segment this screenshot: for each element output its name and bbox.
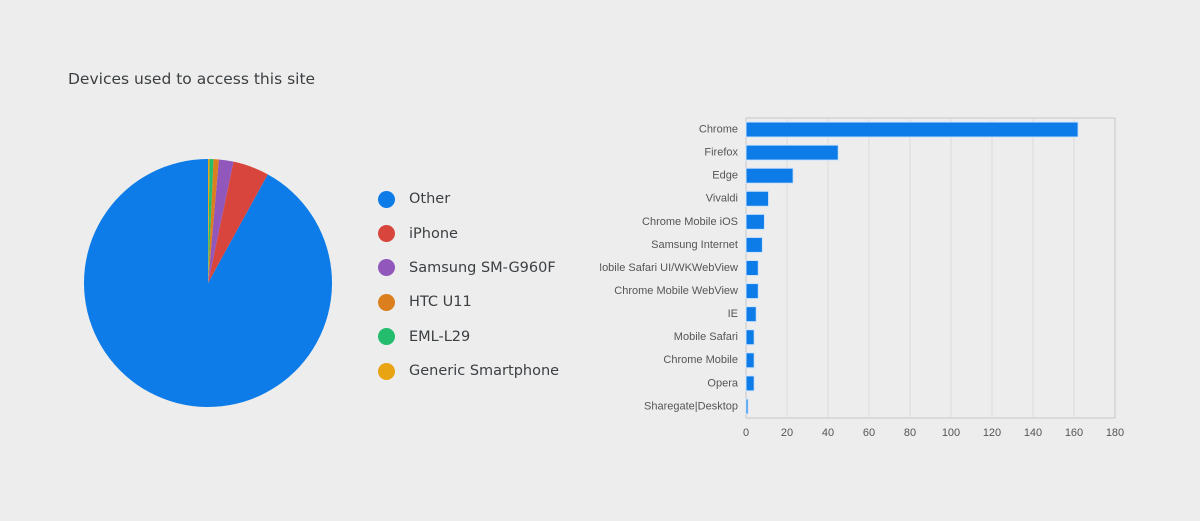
legend-color-swatch-icon [378,362,395,380]
legend-color-swatch-icon [378,259,395,277]
bar-chrome-mobile[interactable] [745,352,755,369]
bar-category-label: Firefox [704,147,738,159]
x-axis-tick-label: 0 [743,427,749,439]
bar-sharegate-desktop[interactable] [745,398,749,415]
bar-category-label: Mobile Safari [674,331,738,343]
bar-opera[interactable] [745,375,755,392]
bar-category-label: Sharegate|Desktop [644,400,738,412]
bar-category-label: Chrome [699,123,738,135]
legend-item-label: Generic Smartphone [409,363,560,380]
devices-pie-chart [84,159,332,407]
bar-category-label: Vivaldi [706,193,738,205]
bar-chrome-mobile-webview[interactable] [745,283,759,300]
legend-item[interactable]: Other [378,182,588,216]
bar-chart-svg: Chrome Firefox Edge Vivaldi Chrome Mobile iO… [600,117,1124,439]
legend-color-swatch-icon [378,293,395,311]
legend-item-label: HTC U11 [409,294,472,311]
bar-category-label: Chrome Mobile [663,354,738,366]
bar-firefox[interactable] [745,144,839,161]
legend-color-swatch-icon [378,190,395,208]
bar-category-label: Opera [707,377,738,389]
bar-category-label: Chrome Mobile iOS [642,216,738,228]
x-axis-tick-label: 100 [942,427,960,439]
legend-item[interactable]: Samsung SM-G960F [378,251,588,285]
legend-color-swatch-icon [378,225,395,243]
devices-pie-legend: Other iPhone Samsung SM-G960F HTC U11 EML-L2… [378,182,588,388]
bar-mobile-safari-ui-wkwebview[interactable] [745,260,759,276]
x-axis-tick-label: 40 [822,427,834,439]
x-axis-tick-label: 160 [1065,427,1083,439]
x-axis-tick-label: 180 [1106,427,1124,439]
legend-item-label: Other [409,191,451,208]
legend-item-label: Samsung SM-G960F [409,259,556,276]
legend-item[interactable]: EML-L29 [378,320,588,354]
legend-item[interactable]: iPhone [378,216,588,250]
x-axis-tick-label: 120 [983,427,1001,439]
bar-category-label: IE [728,308,738,320]
bar-category-label: Chrome Mobile WebView [614,285,738,297]
bar-chrome-mobile-ios[interactable] [745,213,765,230]
bar-category-label: Mobile Safari UI/WKWebView [600,262,738,274]
browsers-bar-chart: Chrome Firefox Edge Vivaldi Chrome Mobile iO… [600,110,1200,460]
pie-slice-other [84,159,332,407]
bar-samsung-internet[interactable] [745,236,763,253]
bar-edge[interactable] [745,167,794,184]
devices-chart-title: Devices used to access this site [68,70,316,88]
bar-category-label: Edge [712,170,738,182]
bar-ie[interactable] [745,306,757,323]
bar-category-label: Samsung Internet [651,239,738,251]
bar-mobile-safari[interactable] [745,329,755,346]
legend-item-label: EML-L29 [409,328,471,345]
bar-chrome[interactable] [745,121,1079,138]
legend-color-swatch-icon [378,328,395,346]
x-axis-tick-label: 20 [781,427,793,439]
x-axis-tick-label: 60 [863,427,875,439]
x-axis-tick-label: 140 [1024,427,1042,439]
legend-item[interactable]: Generic Smartphone [378,354,588,388]
legend-item[interactable]: HTC U11 [378,285,588,319]
plot-area-border [745,117,1116,419]
bar-vivaldi[interactable] [745,190,770,207]
x-axis-tick-label: 80 [904,427,916,439]
legend-item-label: iPhone [409,225,458,242]
devices-panel: Devices used to access this site Other iP… [0,0,600,521]
pie-svg [84,159,332,407]
